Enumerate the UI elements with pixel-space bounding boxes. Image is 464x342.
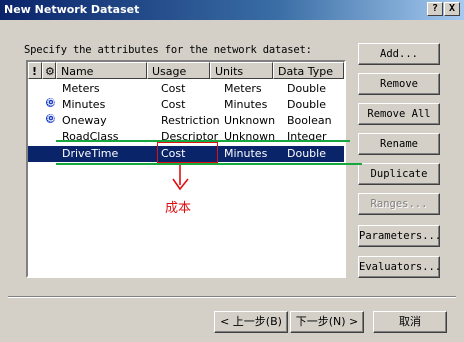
cell-name: DriveTime	[62, 147, 119, 160]
separator	[8, 296, 456, 298]
column-header-name[interactable]: Name	[56, 62, 147, 79]
cell-datatype: Double	[287, 147, 326, 160]
column-header-datatype[interactable]: Data Type	[273, 62, 344, 79]
table-row[interactable]: Meters Cost Meters Double	[28, 81, 344, 97]
remove-all-button[interactable]: Remove All	[358, 103, 440, 125]
back-button[interactable]: < 上一步(B)	[214, 311, 288, 333]
column-header-flag[interactable]: !	[28, 62, 42, 79]
column-header-usage[interactable]: Usage	[147, 62, 210, 79]
cell-datatype: Double	[287, 98, 326, 111]
table-row[interactable]: ⚙ Minutes Cost Minutes Double	[28, 97, 344, 113]
instruction-text: Specify the attributes for the network d…	[24, 44, 312, 56]
annotation-arrow-icon	[172, 165, 189, 191]
cancel-button[interactable]: 取消	[373, 311, 447, 333]
cell-units: Meters	[224, 82, 262, 95]
cell-name: Meters	[62, 82, 100, 95]
cell-usage: Cost	[161, 82, 186, 95]
next-button[interactable]: 下一步(N) >	[290, 311, 364, 333]
evaluator-icon: ⚙	[46, 112, 56, 125]
cell-datatype: Double	[287, 82, 326, 95]
column-header-evaluator[interactable]: ⚙	[42, 62, 56, 79]
rename-button[interactable]: Rename	[358, 133, 440, 155]
cell-name: Minutes	[62, 98, 106, 111]
cell-units: Minutes	[224, 147, 268, 160]
window-titlebar: New Network Dataset	[0, 0, 464, 20]
cell-name: Oneway	[62, 114, 107, 127]
evaluators-button[interactable]: Evaluators...	[358, 256, 441, 278]
annotation-label: 成本	[165, 201, 192, 216]
cell-units: Unknown	[224, 114, 276, 127]
remove-button[interactable]: Remove	[358, 73, 440, 95]
annotation-highlight-box	[157, 142, 218, 163]
cell-datatype: Boolean	[287, 114, 332, 127]
window-title: New Network Dataset	[4, 3, 140, 16]
cell-usage: Cost	[161, 98, 186, 111]
list-header: ! ⚙ Name Usage Units Data Type	[28, 62, 344, 79]
parameters-button[interactable]: Parameters...	[358, 225, 441, 247]
close-button[interactable]: X	[444, 2, 460, 16]
duplicate-button[interactable]: Duplicate	[358, 163, 440, 185]
annotation-underline-bottom	[56, 163, 362, 165]
add-button[interactable]: Add...	[358, 43, 440, 65]
column-header-units[interactable]: Units	[210, 62, 273, 79]
evaluator-icon: ⚙	[46, 96, 56, 109]
ranges-button[interactable]: Ranges...	[358, 193, 440, 215]
cell-usage: Restriction	[161, 114, 220, 127]
help-button[interactable]: ?	[427, 2, 443, 16]
cell-units: Minutes	[224, 98, 268, 111]
table-row[interactable]: ⚙ Oneway Restriction Unknown Boolean	[28, 113, 344, 129]
